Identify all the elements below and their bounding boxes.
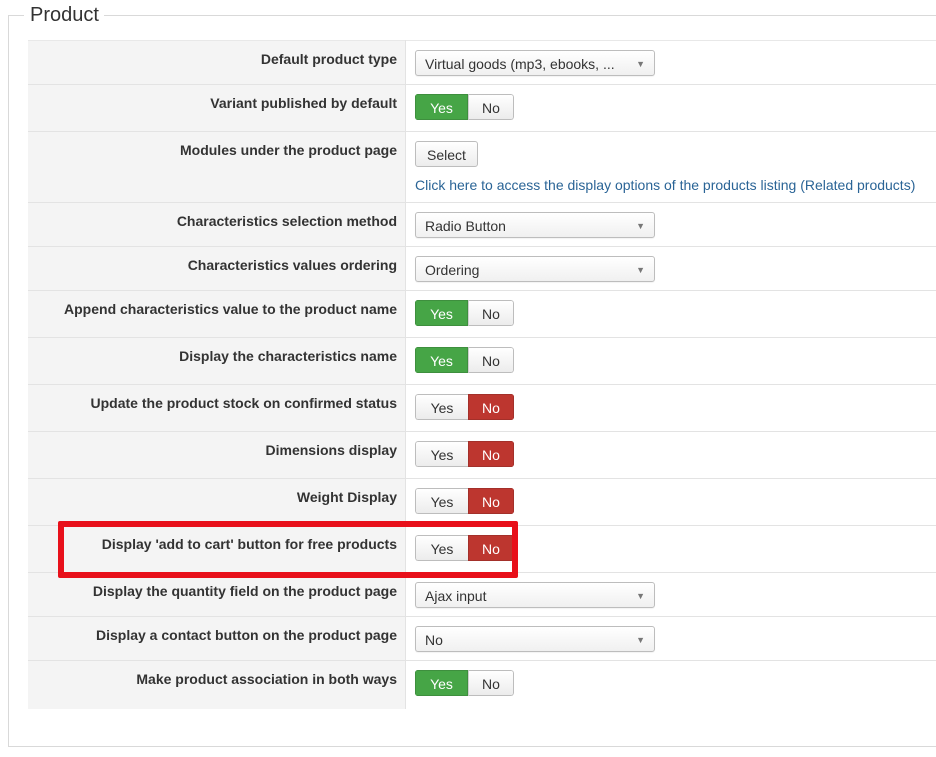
option-row-weight-display: Weight Display Yes No <box>28 478 936 526</box>
option-row-characteristics-ordering: Characteristics values ordering Ordering… <box>28 246 936 291</box>
select-value: Ajax input <box>425 588 487 604</box>
select-value: Virtual goods (mp3, ebooks, ... <box>425 56 615 72</box>
caret-down-icon: ▼ <box>636 591 645 601</box>
no-button[interactable]: No <box>468 670 514 696</box>
option-label: Display the quantity field on the produc… <box>28 572 406 617</box>
caret-down-icon: ▼ <box>636 265 645 275</box>
select-modules-button[interactable]: Select <box>415 141 478 167</box>
yes-button[interactable]: Yes <box>415 670 468 696</box>
yes-button[interactable]: Yes <box>415 535 468 561</box>
yes-button[interactable]: Yes <box>415 441 468 467</box>
dimensions-display-toggle: Yes No <box>415 441 514 467</box>
option-label: Modules under the product page <box>28 131 406 203</box>
caret-down-icon: ▼ <box>636 221 645 231</box>
append-characteristics-toggle: Yes No <box>415 300 514 326</box>
yes-button[interactable]: Yes <box>415 394 468 420</box>
option-row-variant-published: Variant published by default Yes No <box>28 84 936 132</box>
yes-button[interactable]: Yes <box>415 94 468 120</box>
select-value: Radio Button <box>425 218 506 234</box>
option-row-display-characteristics-name: Display the characteristics name Yes No <box>28 337 936 385</box>
contact-button-select[interactable]: No ▼ <box>415 626 655 652</box>
option-row-add-to-cart-free: Display 'add to cart' button for free pr… <box>28 525 936 573</box>
quantity-field-select[interactable]: Ajax input ▼ <box>415 582 655 608</box>
select-value: No <box>425 632 443 648</box>
caret-down-icon: ▼ <box>636 59 645 69</box>
option-label: Default product type <box>28 40 406 85</box>
product-options-table: Default product type Virtual goods (mp3,… <box>28 40 936 709</box>
variant-published-toggle: Yes No <box>415 94 514 120</box>
add-to-cart-free-toggle: Yes No <box>415 535 514 561</box>
option-row-modules-under-product: Modules under the product page Select Cli… <box>28 131 936 203</box>
option-label: Dimensions display <box>28 431 406 479</box>
caret-down-icon: ▼ <box>636 635 645 645</box>
option-row-dimensions-display: Dimensions display Yes No <box>28 431 936 479</box>
weight-display-toggle: Yes No <box>415 488 514 514</box>
no-button[interactable]: No <box>468 300 514 326</box>
option-row-quantity-field: Display the quantity field on the produc… <box>28 572 936 617</box>
fieldset-legend: Product <box>24 3 104 27</box>
option-row-append-characteristics: Append characteristics value to the prod… <box>28 290 936 338</box>
characteristics-ordering-select[interactable]: Ordering ▼ <box>415 256 655 282</box>
no-button[interactable]: No <box>468 441 514 467</box>
option-label: Update the product stock on confirmed st… <box>28 384 406 432</box>
characteristics-selection-select[interactable]: Radio Button ▼ <box>415 212 655 238</box>
option-label: Make product association in both ways <box>28 660 406 709</box>
yes-button[interactable]: Yes <box>415 347 468 373</box>
yes-button[interactable]: Yes <box>415 300 468 326</box>
option-label: Display a contact button on the product … <box>28 616 406 661</box>
option-label: Display 'add to cart' button for free pr… <box>28 525 406 573</box>
option-label: Characteristics values ordering <box>28 246 406 291</box>
association-both-ways-toggle: Yes No <box>415 670 514 696</box>
no-button[interactable]: No <box>468 394 514 420</box>
no-button[interactable]: No <box>468 94 514 120</box>
no-button[interactable]: No <box>468 347 514 373</box>
option-row-update-stock: Update the product stock on confirmed st… <box>28 384 936 432</box>
option-row-contact-button: Display a contact button on the product … <box>28 616 936 661</box>
option-label: Weight Display <box>28 478 406 526</box>
option-label: Display the characteristics name <box>28 337 406 385</box>
option-row-characteristics-selection: Characteristics selection method Radio B… <box>28 202 936 247</box>
yes-button[interactable]: Yes <box>415 488 468 514</box>
display-characteristics-name-toggle: Yes No <box>415 347 514 373</box>
option-label: Characteristics selection method <box>28 202 406 247</box>
update-stock-toggle: Yes No <box>415 394 514 420</box>
option-label: Append characteristics value to the prod… <box>28 290 406 338</box>
option-label: Variant published by default <box>28 84 406 132</box>
select-value: Ordering <box>425 262 480 278</box>
default-product-type-select[interactable]: Virtual goods (mp3, ebooks, ... ▼ <box>415 50 655 76</box>
no-button[interactable]: No <box>468 488 514 514</box>
option-row-default-product-type: Default product type Virtual goods (mp3,… <box>28 40 936 85</box>
no-button[interactable]: No <box>468 535 514 561</box>
option-row-association-both-ways: Make product association in both ways Ye… <box>28 660 936 709</box>
related-products-display-link[interactable]: Click here to access the display options… <box>415 177 936 193</box>
